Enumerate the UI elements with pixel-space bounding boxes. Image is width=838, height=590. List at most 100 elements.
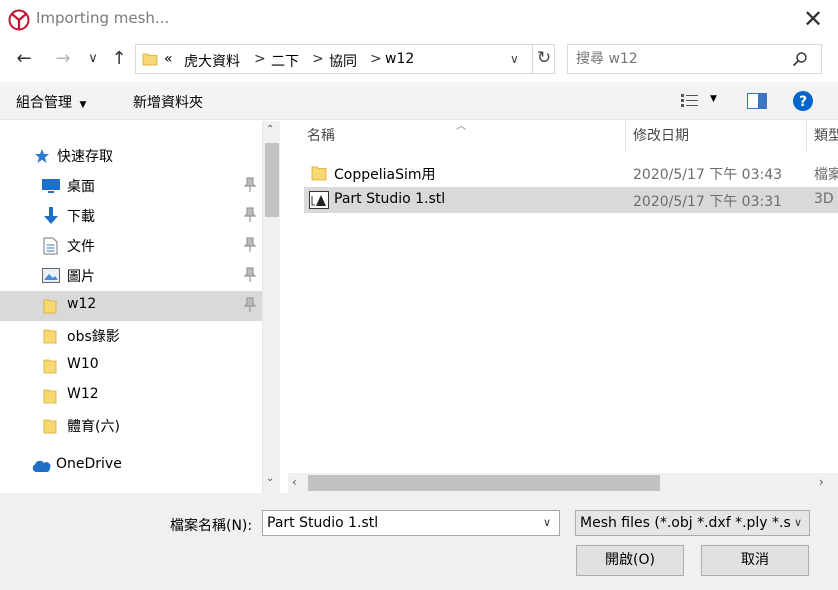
- open-button[interactable]: 開啟(O): [576, 545, 684, 576]
- view-dropdown-icon[interactable]: ▼: [710, 94, 717, 104]
- navigation-pane: 快速存取 桌面 下載 文件 圖片 w12 obs錄影 W10 W12 體育(六)…: [0, 121, 262, 493]
- view-options-icon[interactable]: [681, 94, 699, 108]
- file-name: Part Studio 1.stl: [334, 191, 446, 207]
- command-toolbar: 組合管理 ▼ 新增資料夾 ▼ ?: [0, 82, 838, 120]
- scroll-down-icon[interactable]: ⌄: [266, 473, 274, 484]
- search-icon[interactable]: [792, 51, 808, 67]
- search-input[interactable]: [574, 49, 784, 69]
- folder-icon: [43, 299, 57, 314]
- back-button[interactable]: ←: [11, 46, 37, 72]
- organize-menu-button[interactable]: 組合管理 ▼: [16, 92, 86, 112]
- scrollbar-thumb[interactable]: [308, 475, 660, 491]
- scrollbar-thumb[interactable]: [265, 143, 279, 217]
- document-icon: [43, 237, 58, 255]
- navigation-scrollbar[interactable]: ⌃ ⌄: [262, 121, 280, 493]
- file-list-hscrollbar[interactable]: ‹ ›: [288, 473, 838, 493]
- breadcrumb-item[interactable]: w12: [385, 51, 414, 67]
- column-header-type[interactable]: 類型: [814, 121, 838, 151]
- sidebar-item-label: OneDrive: [56, 456, 122, 472]
- sidebar-item-label: 圖片: [67, 269, 95, 285]
- file-row[interactable]: CoppeliaSim用 2020/5/17 下午 03:43 檔案: [304, 160, 838, 186]
- close-icon[interactable]: ✕: [796, 4, 830, 34]
- folder-icon: [142, 53, 158, 66]
- address-dropdown-icon[interactable]: ∨: [510, 52, 519, 66]
- sidebar-item-documents[interactable]: 文件: [0, 231, 262, 261]
- organize-label: 組合管理: [16, 95, 72, 111]
- caret-down-icon: ▼: [79, 100, 87, 110]
- sidebar-item-label: W12: [67, 386, 99, 402]
- address-bar[interactable]: « 虎大資料 > 二下 > 協同 > w12 ∨: [135, 44, 555, 74]
- sidebar-item-quick-access[interactable]: 快速存取: [0, 141, 262, 171]
- column-header-name[interactable]: 名稱: [307, 121, 625, 151]
- title-bar: Importing mesh... ✕: [0, 0, 838, 38]
- filename-field[interactable]: Part Studio 1.stl ∨: [262, 510, 560, 536]
- sidebar-item-pictures[interactable]: 圖片: [0, 261, 262, 291]
- file-row-selected[interactable]: Part Studio 1.stl 2020/5/17 下午 03:31 3D: [304, 187, 838, 213]
- file-type: 3D: [814, 191, 834, 207]
- breadcrumb-separator[interactable]: >: [370, 51, 382, 67]
- sidebar-item-downloads[interactable]: 下載: [0, 201, 262, 231]
- cancel-button[interactable]: 取消: [701, 545, 809, 576]
- sidebar-item-onedrive[interactable]: OneDrive: [0, 451, 262, 481]
- sidebar-item-pe[interactable]: 體育(六): [0, 411, 262, 441]
- filter-value[interactable]: Mesh files (*.obj *.dxf *.ply *.st: [580, 515, 790, 531]
- sidebar-item-label: 文件: [67, 239, 95, 255]
- sidebar-item-label: 下載: [67, 209, 95, 225]
- refresh-button[interactable]: ↻: [532, 44, 555, 74]
- column-header-date[interactable]: 修改日期: [633, 121, 803, 151]
- sidebar-item-obs[interactable]: obs錄影: [0, 321, 262, 351]
- file-list: ︿ 名稱 修改日期 類型 CoppeliaSim用 2020/5/17 下午 0…: [288, 121, 838, 473]
- download-icon: [44, 207, 58, 224]
- scroll-left-icon[interactable]: ‹: [292, 475, 297, 489]
- breadcrumb-separator[interactable]: >: [254, 51, 266, 67]
- window-title: Importing mesh...: [36, 9, 170, 27]
- folder-icon: [43, 419, 57, 434]
- breadcrumb-separator[interactable]: >: [312, 51, 324, 67]
- breadcrumb-item[interactable]: 二下: [271, 51, 299, 71]
- svg-text:?: ?: [799, 94, 807, 110]
- desktop-icon: [42, 179, 60, 193]
- app-logo-icon: [8, 9, 30, 31]
- search-box[interactable]: [567, 44, 822, 74]
- pin-icon[interactable]: [244, 207, 256, 223]
- help-icon[interactable]: ?: [793, 91, 813, 111]
- recent-locations-dropdown[interactable]: ∨: [81, 46, 105, 72]
- new-folder-button[interactable]: 新增資料夾: [133, 92, 203, 112]
- file-name: CoppeliaSim用: [334, 167, 436, 183]
- sidebar-item-label: obs錄影: [67, 329, 120, 345]
- file-date: 2020/5/17 下午 03:31: [633, 194, 783, 210]
- scroll-up-icon[interactable]: ⌃: [266, 124, 274, 135]
- sidebar-item-w12-upper[interactable]: W12: [0, 381, 262, 411]
- pin-icon[interactable]: [244, 237, 256, 253]
- folder-icon: [43, 359, 57, 374]
- pictures-icon: [42, 268, 60, 283]
- sidebar-item-desktop[interactable]: 桌面: [0, 171, 262, 201]
- sidebar-item-label: 桌面: [67, 179, 95, 195]
- dialog-footer: 檔案名稱(N): Part Studio 1.stl ∨ Mesh files …: [0, 493, 838, 590]
- up-button[interactable]: ↑: [106, 46, 132, 72]
- breadcrumb-overflow[interactable]: «: [164, 51, 173, 67]
- sidebar-item-label: 體育(六): [67, 419, 120, 435]
- pin-icon[interactable]: [244, 267, 256, 283]
- column-divider[interactable]: [806, 121, 807, 151]
- chevron-down-icon[interactable]: ∨: [794, 516, 802, 529]
- breadcrumb-item[interactable]: 協同: [329, 51, 357, 71]
- filename-value[interactable]: Part Studio 1.stl: [267, 515, 378, 531]
- sidebar-item-label: 快速存取: [57, 149, 113, 165]
- star-icon: [35, 149, 49, 163]
- forward-button[interactable]: →: [50, 46, 76, 72]
- pin-icon[interactable]: [244, 177, 256, 193]
- preview-pane-icon[interactable]: [747, 93, 767, 109]
- pin-icon[interactable]: [244, 297, 256, 313]
- stl-file-icon: [309, 191, 329, 209]
- breadcrumb-item[interactable]: 虎大資料: [184, 51, 240, 71]
- column-divider[interactable]: [625, 121, 626, 151]
- sidebar-item-w10[interactable]: W10: [0, 351, 262, 381]
- filename-label: 檔案名稱(N):: [170, 518, 253, 534]
- scroll-right-icon[interactable]: ›: [819, 475, 824, 489]
- chevron-down-icon[interactable]: ∨: [543, 516, 551, 529]
- sidebar-item-w12[interactable]: w12: [0, 291, 262, 321]
- file-type-filter-select[interactable]: Mesh files (*.obj *.dxf *.ply *.st ∨: [575, 510, 810, 536]
- folder-icon: [311, 166, 327, 181]
- sidebar-item-label: W10: [67, 356, 99, 372]
